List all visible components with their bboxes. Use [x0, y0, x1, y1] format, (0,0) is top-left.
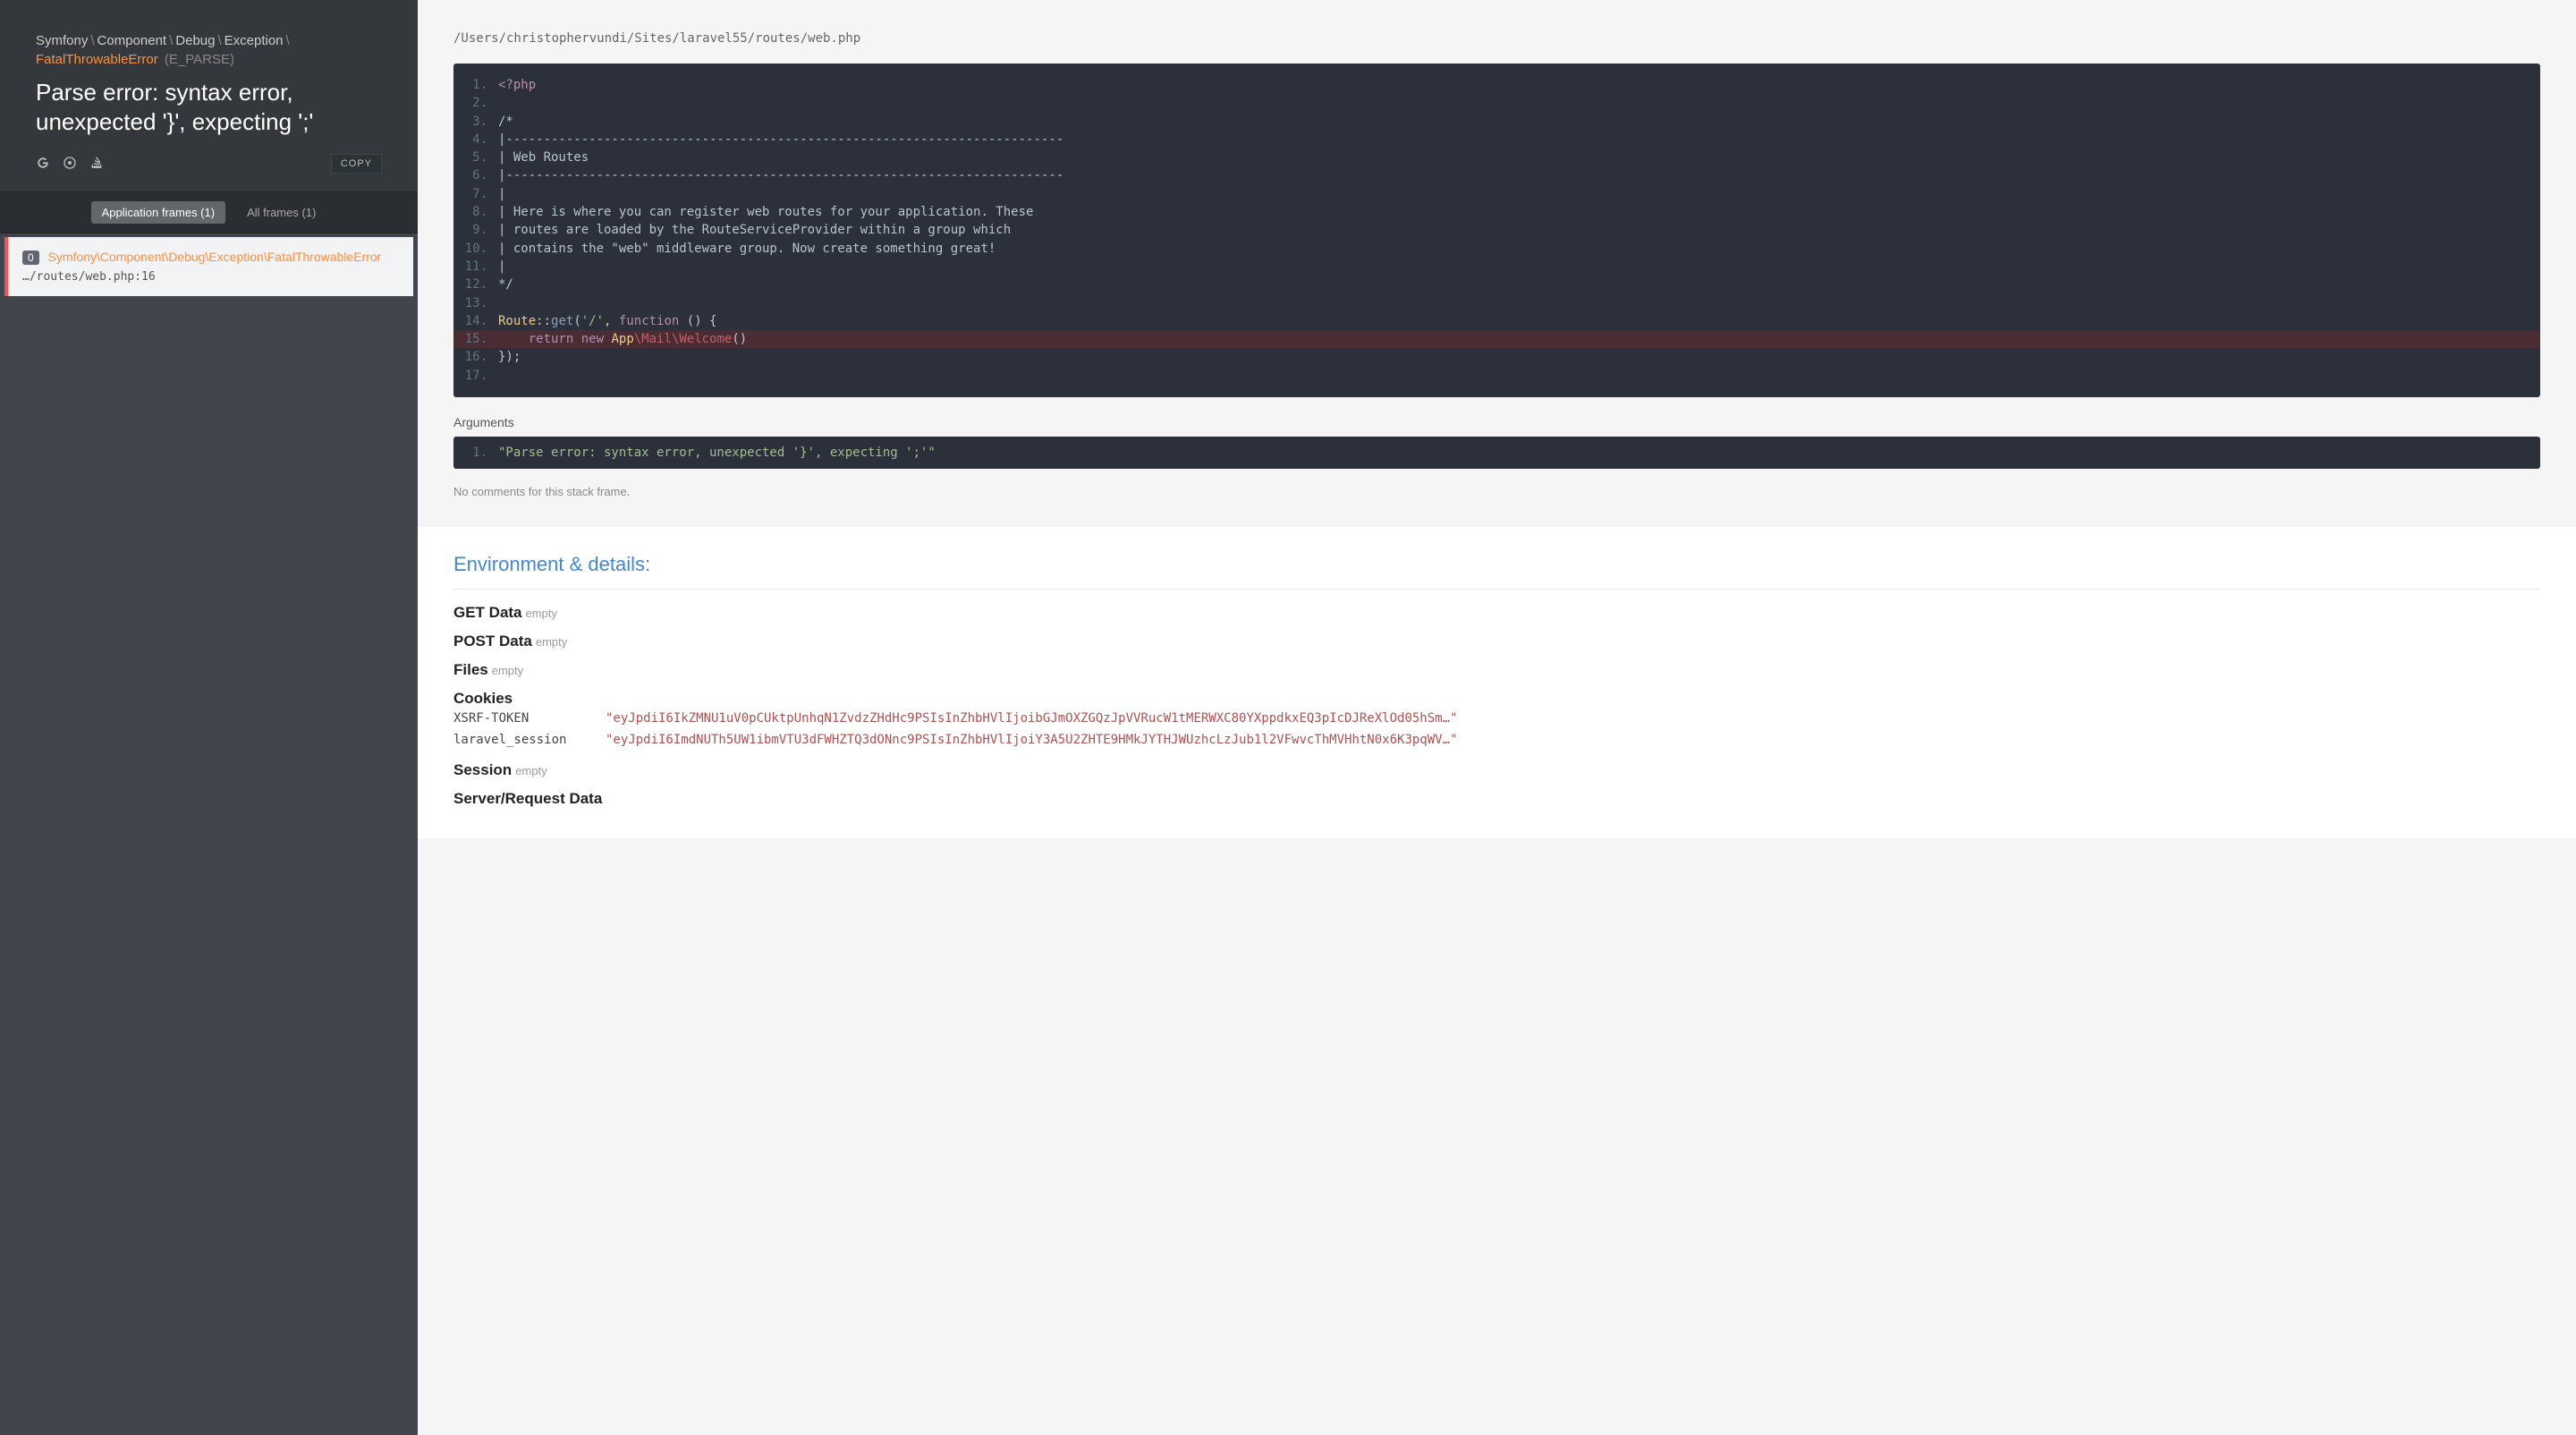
code-line: 16});	[453, 348, 2540, 366]
code-line: 13	[453, 294, 2540, 312]
code-line: 14Route::get('/', function () {	[453, 312, 2540, 330]
exception-ns-0: Symfony	[36, 33, 88, 48]
env-empty-badge: empty	[536, 635, 567, 649]
code-line: 15 return new App\Mail\Welcome()	[453, 330, 2540, 348]
env-key: laravel_session	[453, 733, 570, 747]
exception-ns-1: Component	[97, 33, 167, 48]
env-row: XSRF-TOKEN "eyJpdiI6IkZMNU1uV0pCUktpUnhqN…	[453, 708, 2540, 729]
main-panel: /Users/christophervundi/Sites/laravel55/…	[418, 0, 2576, 1435]
exception-message: Parse error: syntax error, unexpected '}…	[36, 78, 382, 136]
env-empty-badge: empty	[526, 607, 557, 620]
env-empty-badge: empty	[515, 764, 547, 777]
env-section-title: Cookies	[453, 690, 513, 707]
sidebar: Symfony\Component\Debug\Exception\ Fatal…	[0, 0, 418, 1435]
code-line: 8| Here is where you can register web ro…	[453, 203, 2540, 221]
env-section-title: Session	[453, 761, 512, 778]
file-path: /Users/christophervundi/Sites/laravel55/…	[418, 0, 2576, 55]
frame-file: …/routes/web.php:16	[22, 270, 399, 284]
exception-header: Symfony\Component\Debug\Exception\ Fatal…	[0, 0, 418, 154]
argument-line: 1"Parse error: syntax error, unexpected …	[453, 446, 2540, 460]
env-section: GET Data empty	[453, 597, 2540, 625]
env-row: laravel_session "eyJpdiI6ImdNUTh5UW1ibmVT…	[453, 729, 2540, 751]
code-viewer: 1<?php23/*4|----------------------------…	[453, 64, 2540, 397]
exception-ns-3: Exception	[225, 33, 284, 48]
code-line: 3/*	[453, 113, 2540, 131]
copy-button[interactable]: COPY	[331, 154, 382, 174]
arguments-box: 1"Parse error: syntax error, unexpected …	[453, 437, 2540, 469]
env-section-title: GET Data	[453, 604, 522, 621]
exception-path: Symfony\Component\Debug\Exception\ Fatal…	[36, 31, 382, 69]
env-key: XSRF-TOKEN	[453, 711, 570, 726]
code-line: 4|--------------------------------------…	[453, 131, 2540, 149]
env-section: POST Data empty	[453, 625, 2540, 654]
env-section: Cookies XSRF-TOKEN "eyJpdiI6IkZMNU1uV0pCUk…	[453, 683, 2540, 754]
code-line: 6|--------------------------------------…	[453, 166, 2540, 184]
env-value: "eyJpdiI6ImdNUTh5UW1ibmVTU3dFWHZTQ3dONnc…	[606, 733, 1457, 747]
frame-index-badge: 0	[22, 250, 39, 265]
stack-frame[interactable]: 0 Symfony\Component\Debug\Exception\Fata…	[4, 237, 413, 296]
code-line: 10| contains the "web" middleware group.…	[453, 240, 2540, 258]
env-section: Server/Request Data	[453, 783, 2540, 811]
frame-tabs: Application frames (1) All frames (1)	[0, 191, 418, 234]
env-section-title: POST Data	[453, 633, 532, 650]
code-line: 5| Web Routes	[453, 149, 2540, 166]
code-line: 7|	[453, 185, 2540, 203]
arguments-title: Arguments	[418, 397, 2576, 437]
env-section: Sessionempty	[453, 754, 2540, 783]
environment-section: Environment & details: GET DataemptyPOST…	[418, 525, 2576, 838]
exception-ns-2: Debug	[175, 33, 215, 48]
code-line: 9| routes are loaded by the RouteService…	[453, 221, 2540, 239]
environment-title: Environment & details:	[453, 553, 2540, 590]
tab-all-frames[interactable]: All frames (1)	[236, 201, 326, 224]
code-line: 17	[453, 367, 2540, 385]
sidebar-actions: COPY	[0, 154, 418, 191]
frame-class: Symfony\Component\Debug\Exception\FatalT…	[48, 250, 382, 264]
env-value: "eyJpdiI6IkZMNU1uV0pCUktpUnhqN1ZvdzZHdHc…	[606, 711, 1457, 726]
env-section: Files empty	[453, 654, 2540, 683]
env-empty-badge: empty	[492, 664, 523, 677]
stackoverflow-icon[interactable]	[89, 156, 104, 173]
duckduckgo-icon[interactable]	[63, 156, 77, 173]
code-line: 12*/	[453, 276, 2540, 293]
no-comments: No comments for this stack frame.	[418, 469, 2576, 525]
env-section-title: Server/Request Data	[453, 790, 602, 807]
code-line: 2	[453, 94, 2540, 112]
frames-list: 0 Symfony\Component\Debug\Exception\Fata…	[0, 234, 418, 1435]
tab-application-frames[interactable]: Application frames (1)	[91, 201, 225, 224]
exception-class: FatalThrowableError	[36, 52, 158, 67]
exception-type: (E_PARSE)	[165, 52, 234, 67]
code-line: 1<?php	[453, 76, 2540, 94]
google-icon[interactable]	[36, 156, 50, 173]
code-line: 11|	[453, 258, 2540, 276]
env-section-title: Files	[453, 661, 488, 678]
